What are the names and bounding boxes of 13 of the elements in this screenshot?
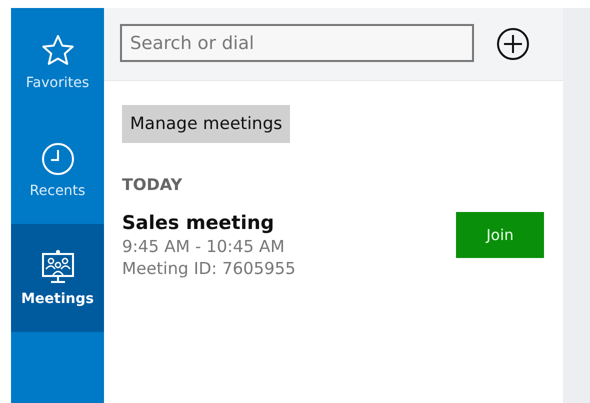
meeting-title: Sales meeting bbox=[122, 212, 276, 234]
sidebar-item[interactable]: Meetings bbox=[11, 224, 104, 332]
section-heading: TODAY bbox=[122, 175, 182, 194]
meeting-screen-icon bbox=[40, 249, 76, 285]
join-button[interactable]: Join bbox=[456, 212, 544, 258]
sidebar-item[interactable]: Favorites bbox=[11, 8, 104, 116]
manage-meetings-button[interactable]: Manage meetings bbox=[122, 105, 290, 143]
meeting-time: 9:45 AM - 10:45 AM bbox=[122, 237, 286, 256]
add-icon[interactable] bbox=[496, 27, 530, 61]
clock-icon bbox=[40, 141, 76, 177]
meeting-id: Meeting ID: 7605955 bbox=[122, 259, 296, 278]
sidebar-item[interactable]: Recents bbox=[11, 116, 104, 224]
search-field[interactable]: Search or dial bbox=[120, 24, 474, 62]
